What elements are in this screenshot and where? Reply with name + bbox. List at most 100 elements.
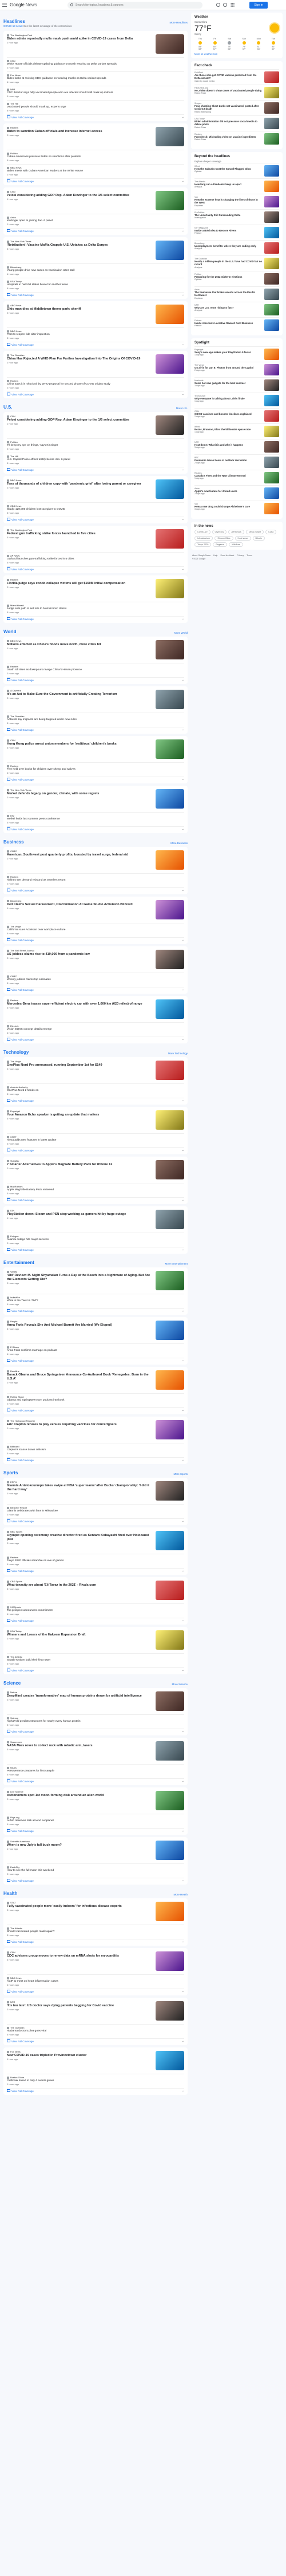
expand-chevron-icon[interactable]: ⌄	[182, 1359, 184, 1362]
fact-check-item[interactable]: Reuters Fact check: Misleading video on v…	[194, 131, 279, 146]
story-thumbnail[interactable]	[156, 999, 184, 1019]
expand-chevron-icon[interactable]: ⌄	[182, 1940, 184, 1943]
item-thumbnail[interactable]	[264, 118, 279, 129]
full-coverage-link[interactable]: View Full Coverage	[7, 1779, 34, 1783]
story-thumbnail[interactable]	[156, 579, 184, 598]
story-headline[interactable]: Anna Faris Reveals She And Michael Barre…	[7, 1323, 152, 1327]
item-thumbnail[interactable]	[264, 379, 279, 391]
expand-chevron-icon[interactable]: ⌄	[182, 1248, 184, 1251]
lead-story[interactable]: USA Today Winners and Losers of the Hakee…	[7, 1630, 184, 1650]
story-headline[interactable]: CDC advisers group moves to renew data o…	[7, 1954, 152, 1958]
full-coverage-link[interactable]: View Full Coverage	[7, 889, 34, 892]
related-story[interactable]: CBS News Study: 120,000 children lost car…	[7, 502, 184, 515]
story-thumbnail[interactable]	[156, 1841, 184, 1860]
full-coverage-link[interactable]: View Full Coverage	[7, 827, 34, 831]
story-thumbnail[interactable]	[156, 1061, 184, 1080]
story-headline[interactable]: What tenacity are about 'Eli Tavaz in th…	[7, 1583, 152, 1587]
item-thumbnail[interactable]	[264, 395, 279, 406]
story-thumbnail[interactable]	[156, 739, 184, 759]
lead-story[interactable]: People Anna Faris Reveals She And Michael…	[7, 1320, 184, 1341]
beyond-headlines-item[interactable]: Axios The heat wave that broke records ac…	[194, 286, 279, 302]
lead-story[interactable]: Reuters Florida judge says condo collapse…	[7, 578, 184, 599]
story-headline[interactable]: Hong Kong police arrest union members fo…	[7, 742, 152, 746]
story-thumbnail[interactable]	[156, 354, 184, 374]
item-headline[interactable]: Biden administration did not pressure so…	[194, 120, 262, 126]
story-headline[interactable]: 'Old' Review: M. Night Shyamalan Turns a…	[7, 1274, 152, 1282]
fact-check-item[interactable]: FactCheck.org No, video doesn't show case…	[194, 85, 279, 100]
story-headline[interactable]: Barack Obama and Bruce Springsteen Annou…	[7, 1373, 152, 1381]
story-headline[interactable]: Fully vaccinated people more 'easily ind…	[7, 1905, 152, 1909]
lead-story[interactable]: NBC Sports Olympic opening ceremony creat…	[7, 1530, 184, 1551]
item-thumbnail[interactable]	[264, 227, 279, 238]
item-headline[interactable]: Go all-in for Jan 6: Photos from around …	[194, 366, 262, 369]
story-thumbnail[interactable]	[156, 1271, 184, 1290]
lead-story[interactable]: The Guardian China Has Rejected A WHO Pla…	[7, 354, 184, 374]
related-story[interactable]: Reuters Tokyo 2020 officials scramble on …	[7, 1554, 184, 1566]
item-thumbnail[interactable]	[264, 364, 279, 375]
item-headline[interactable]: Four shooting Skeet Lurks not vaccinated…	[194, 105, 262, 111]
story-headline[interactable]: OnePlus Nord Pro announced, running Sept…	[7, 1063, 152, 1067]
item-thumbnail[interactable]	[264, 211, 279, 223]
story-thumbnail[interactable]	[156, 1370, 184, 1390]
footer-link[interactable]: Terms	[247, 554, 252, 557]
story-headline[interactable]: Winners and Losers of the Hakeem Expansi…	[7, 1633, 152, 1637]
topic-chip[interactable]: Heat wave	[235, 536, 251, 541]
lead-story[interactable]: Scientific American When is new July's fu…	[7, 1840, 184, 1861]
story-headline[interactable]: Dell Claims Sexual Harassment, Discrimin…	[7, 903, 152, 907]
item-thumbnail[interactable]	[264, 472, 279, 483]
full-coverage-link[interactable]: View Full Coverage	[7, 1309, 34, 1313]
topic-chip[interactable]: COVID-19	[194, 530, 210, 534]
spotlight-item[interactable]: Wired Bezos, Branson, Elon: the billionai…	[194, 423, 279, 439]
item-thumbnail[interactable]	[264, 349, 279, 360]
covid-notice-text[interactable]: See the latest coverage of the coronavir…	[23, 25, 72, 27]
expand-chevron-icon[interactable]: ⌄	[182, 778, 184, 781]
spotlight-item[interactable]: Axios Apple's new feature for iCloud user…	[194, 485, 279, 501]
expand-chevron-icon[interactable]: ⌄	[182, 1519, 184, 1523]
related-story[interactable]: DW Merkel holds last summer press confere…	[7, 812, 184, 825]
item-headline[interactable]: Are those who got COVID vaccine protecte…	[194, 74, 262, 80]
expand-chevron-icon[interactable]: ⌄	[182, 115, 184, 119]
story-headline[interactable]: Pelosi considering adding GOP Rep. Adam …	[7, 194, 152, 198]
beyond-headlines-item[interactable]: The Atlantic How long can a Pandemic keep…	[194, 178, 279, 194]
story-headline[interactable]: DeepMind creates 'transformative' map of…	[7, 1694, 152, 1698]
expand-chevron-icon[interactable]: ⌄	[182, 1779, 184, 1783]
expand-chevron-icon[interactable]: ⌄	[182, 617, 184, 621]
expand-chevron-icon[interactable]: ⌄	[182, 518, 184, 521]
story-headline[interactable]: PlayStation down: Steam and PSN stop wor…	[7, 1213, 152, 1217]
story-headline[interactable]: China Has Rejected A WHO Plan For Furthe…	[7, 357, 152, 361]
related-story[interactable]: Miami Herald Judge sets path to sell site…	[7, 602, 184, 614]
item-thumbnail[interactable]	[264, 133, 279, 145]
section-title[interactable]: Science	[3, 1681, 21, 1686]
search-input[interactable]	[76, 2, 190, 8]
section-title[interactable]: U.S.	[3, 405, 13, 410]
expand-chevron-icon[interactable]: ⌄	[182, 1829, 184, 1833]
full-coverage-link[interactable]: View Full Coverage	[7, 1359, 34, 1362]
story-thumbnail[interactable]	[156, 789, 184, 809]
weather-more-link[interactable]: More on weather.com	[194, 53, 279, 55]
lead-story[interactable]: 9to5Mac 7 Smarter Alternatives to Apple's…	[7, 1159, 184, 1180]
story-thumbnail[interactable]	[156, 1741, 184, 1761]
full-coverage-link[interactable]: View Full Coverage	[7, 938, 34, 942]
expand-chevron-icon[interactable]: ⌄	[182, 1038, 184, 1041]
story-headline[interactable]: It's an Act to Make Sure the Government …	[7, 693, 152, 697]
story-thumbnail[interactable]	[156, 1420, 184, 1439]
topic-chip[interactable]: Olympics	[212, 530, 227, 534]
section-title[interactable]: Entertainment	[3, 1260, 34, 1265]
item-thumbnail[interactable]	[264, 503, 279, 514]
expand-chevron-icon[interactable]: ⌄	[182, 2039, 184, 2043]
lead-story[interactable]: Deadline Barack Obama and Bruce Springste…	[7, 1370, 184, 1390]
item-headline[interactable]: Nearly a million people in the U.S. have…	[194, 260, 262, 266]
expand-chevron-icon[interactable]: ⌄	[182, 1309, 184, 1313]
full-coverage-link[interactable]: View Full Coverage	[7, 293, 34, 297]
story-thumbnail[interactable]	[156, 2001, 184, 2021]
expand-chevron-icon[interactable]: ⌄	[182, 1669, 184, 1672]
related-story[interactable]: NBC News Biden meets with Cuban-American …	[7, 164, 184, 177]
lead-story[interactable]: The New York Times 'Retribution': Vaccine…	[7, 240, 184, 261]
story-thumbnail[interactable]	[156, 127, 184, 146]
story-thumbnail[interactable]	[156, 1160, 184, 1179]
item-thumbnail[interactable]	[264, 181, 279, 192]
full-coverage-link[interactable]: View Full Coverage	[7, 1879, 34, 1882]
related-story[interactable]: IndieWire What is the Twist in 'Old'? 3 ho…	[7, 1294, 184, 1306]
sign-in-button[interactable]: Sign in	[249, 2, 268, 9]
beyond-headlines-item[interactable]: The Guardian Nearly a million people in t…	[194, 255, 279, 271]
